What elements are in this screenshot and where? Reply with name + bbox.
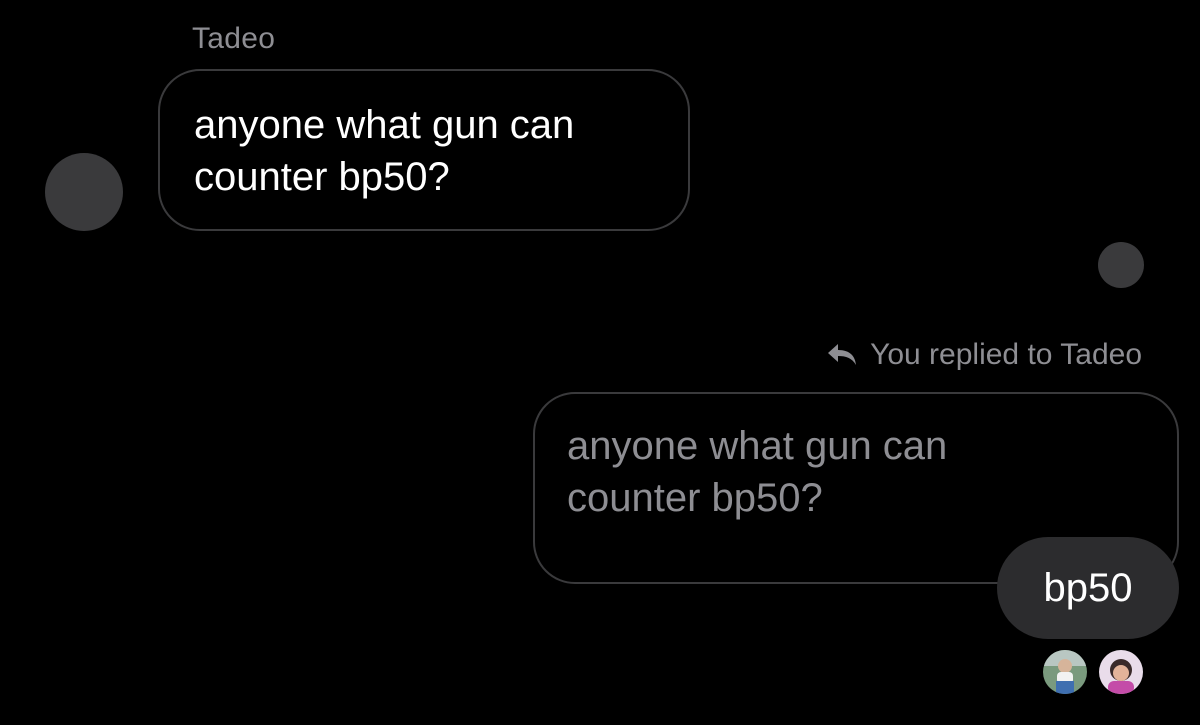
outgoing-message-bubble[interactable]: bp50 (997, 537, 1179, 639)
incoming-message-bubble[interactable]: anyone what gun can counter bp50? (158, 69, 690, 231)
sender-avatar[interactable] (45, 153, 123, 231)
incoming-message-line-1: anyone what gun can (194, 103, 575, 147)
seen-avatar (1099, 650, 1143, 694)
reply-context-text: You replied to Tadeo (870, 338, 1142, 371)
reply-context-header: You replied to Tadeo (826, 338, 1142, 372)
read-receipt-avatar (1098, 242, 1144, 288)
sender-name: Tadeo (192, 22, 276, 55)
quoted-message-line-1: anyone what gun can (567, 424, 948, 468)
reply-arrow-icon (826, 342, 858, 368)
seen-by-avatars (1043, 650, 1143, 694)
quoted-message-line-2: counter bp50? (567, 476, 823, 520)
seen-avatar (1043, 650, 1087, 694)
outgoing-message-text: bp50 (1043, 565, 1133, 610)
incoming-message-line-2: counter bp50? (194, 155, 450, 199)
